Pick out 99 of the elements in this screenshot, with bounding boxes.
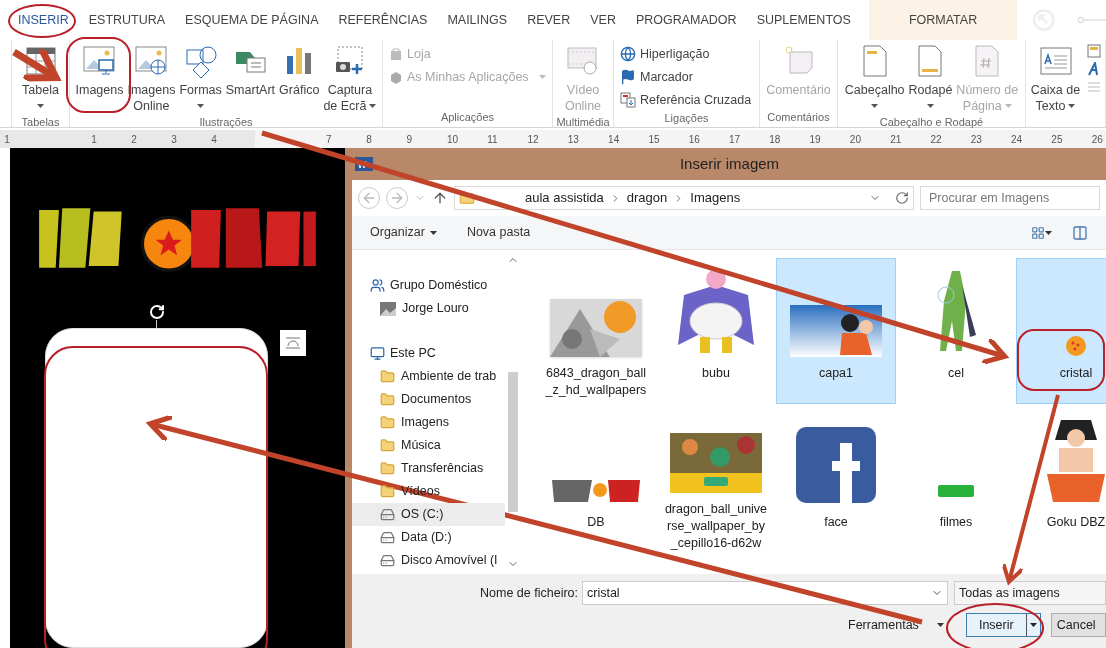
path-segment[interactable]: aula assistida: [525, 188, 604, 208]
file-name: bubu: [701, 365, 731, 382]
ribbon-tab[interactable]: MAILINGS: [437, 0, 518, 40]
new-folder-button[interactable]: Nova pasta: [466, 223, 531, 242]
file-name: capa1: [817, 365, 855, 382]
ruler-number: 9: [406, 132, 414, 147]
file-item[interactable]: cel: [896, 258, 1016, 404]
ribbon-button[interactable]: Formas: [178, 44, 223, 114]
ribbon-button[interactable]: Imagens: [74, 44, 125, 114]
ribbon-button[interactable]: Hiperligação: [620, 44, 753, 64]
ribbon-button[interactable]: Marcador: [620, 67, 753, 87]
group-label: Ilustrações: [198, 115, 254, 130]
ribbon-tab[interactable]: SUPLEMENTOS: [746, 0, 861, 40]
file-name: filmes: [938, 514, 974, 531]
insert-button[interactable]: Inserir: [965, 613, 1041, 637]
ruler-number: 20: [849, 132, 862, 147]
ruler-number: 18: [769, 132, 782, 147]
group-label: Comentários: [766, 110, 831, 125]
ruler-number: 10: [446, 132, 459, 147]
file-item[interactable]: filmes: [896, 407, 1016, 553]
organize-button[interactable]: Organizar: [370, 223, 437, 242]
ruler-number: 21: [890, 132, 903, 147]
file-item[interactable]: cristal: [1016, 258, 1106, 404]
ribbon-button[interactable]: Gráfico: [278, 44, 321, 114]
ribbon-tab[interactable]: INSERIR: [8, 0, 79, 40]
ruler-number: 7: [326, 132, 333, 147]
ruler-number: 13: [567, 132, 580, 147]
ribbon-button[interactable]: SmartArt: [224, 44, 277, 114]
ruler-number: 2: [130, 132, 138, 147]
file-name: Goku DBZ: [1045, 514, 1106, 531]
file-name: face: [823, 514, 849, 531]
nav-item[interactable]: Data (D:): [352, 526, 505, 549]
ruler-number: 19: [809, 132, 822, 147]
tools-button[interactable]: Ferramentas: [848, 615, 944, 635]
ribbon-button[interactable]: Referência Cruzada: [620, 90, 753, 110]
ruler-number: 8: [366, 132, 373, 147]
file-item[interactable]: Goku DBZ: [1016, 407, 1106, 553]
ribbon-button[interactable]: Captura de Ecrã: [322, 44, 378, 114]
ruler-number: 26: [1091, 132, 1104, 147]
filename-label: Nome de ficheiro:: [479, 584, 579, 602]
ribbon-tab[interactable]: ESQUEMA DE PÁGINA: [175, 0, 329, 40]
ribbon-button[interactable]: Cabeçalho: [843, 44, 906, 114]
ribbon-button[interactable]: Rodapé: [907, 44, 954, 114]
path-segment[interactable]: dragon: [626, 188, 668, 208]
ribbon-tab[interactable]: PROGRAMADOR: [625, 0, 747, 40]
ribbon-button[interactable]: Tabela: [21, 44, 60, 114]
file-name: 6843_dragon_ball_z_hd_wallpapers: [544, 365, 648, 399]
nav-item[interactable]: Imagens: [352, 411, 505, 434]
ribbon-tab[interactable]: FORMATAR: [868, 0, 1018, 40]
file-name: dragon_ball_universe_wallpaper_by_cepillo16-d62w: [664, 501, 768, 552]
nav-item[interactable]: Transferências: [352, 457, 505, 480]
ruler-number: 11: [487, 132, 499, 147]
nav-item[interactable]: Ambiente de trab: [352, 365, 505, 388]
group-label: Ligações: [663, 111, 710, 126]
group-label: Multimédia: [555, 115, 611, 130]
group-label: Tabelas: [20, 115, 61, 130]
ruler-number: 12: [527, 132, 540, 147]
ruler-number: 24: [1011, 132, 1024, 147]
ribbon-tab[interactable]: VER: [580, 0, 626, 40]
ruler-number: 14: [608, 132, 621, 147]
ruler-number: 16: [688, 132, 701, 147]
nav-item[interactable]: OS (C:): [352, 503, 505, 526]
ruler-number: 1: [3, 132, 11, 147]
ruler-number: 1: [90, 132, 98, 147]
path-segment[interactable]: Imagens: [690, 188, 741, 208]
ruler-number: 22: [930, 132, 943, 147]
file-item[interactable]: bubu: [656, 258, 776, 404]
ruler-number: 3: [170, 132, 178, 147]
file-item[interactable]: face: [776, 407, 896, 553]
file-item[interactable]: DB: [536, 407, 656, 553]
file-item[interactable]: capa1: [776, 258, 896, 404]
address-bar[interactable]: aula assistida dragon Imagens: [454, 186, 914, 210]
nav-item[interactable]: Documentos: [352, 388, 505, 411]
file-name: DB: [586, 514, 606, 531]
nav-item[interactable]: Jorge Louro: [352, 297, 505, 320]
search-field[interactable]: Procurar em Imagens: [920, 186, 1100, 210]
cancel-button[interactable]: Cancel: [1050, 613, 1106, 637]
ruler-number: 15: [648, 132, 661, 147]
nav-item[interactable]: Este PC: [352, 342, 505, 365]
file-type-dropdown[interactable]: Todas as imagens: [954, 581, 1106, 605]
ribbon-tab[interactable]: REVER: [517, 0, 581, 40]
group-label: Cabeçalho e Rodapé: [878, 115, 985, 130]
file-item[interactable]: dragon_ball_universe_wallpaper_by_cepillo16-d62w: [656, 407, 776, 553]
file-name: cel: [947, 365, 965, 382]
ribbon-tab[interactable]: ESTRUTURA: [78, 0, 176, 40]
group-label: Aplicações: [439, 110, 496, 125]
ruler-number: 25: [1051, 132, 1064, 147]
ruler-number: 17: [728, 132, 742, 147]
ruler-number: 23: [970, 132, 983, 147]
file-item[interactable]: 6843_dragon_ball_z_hd_wallpapers: [536, 258, 656, 404]
ribbon-tab[interactable]: REFERÊNCIAS: [328, 0, 438, 40]
filename-field[interactable]: cristal: [582, 581, 948, 605]
ribbon-button[interactable]: Caixa de Texto: [1029, 44, 1082, 127]
file-name: cristal: [1058, 365, 1094, 382]
dialog-title: Inserir imagem: [678, 153, 781, 174]
ruler-number: 4: [210, 132, 218, 147]
nav-item[interactable]: Disco Amovível (I: [352, 549, 505, 572]
nav-item[interactable]: Grupo Doméstico: [352, 274, 505, 297]
nav-item[interactable]: Música: [352, 434, 505, 457]
